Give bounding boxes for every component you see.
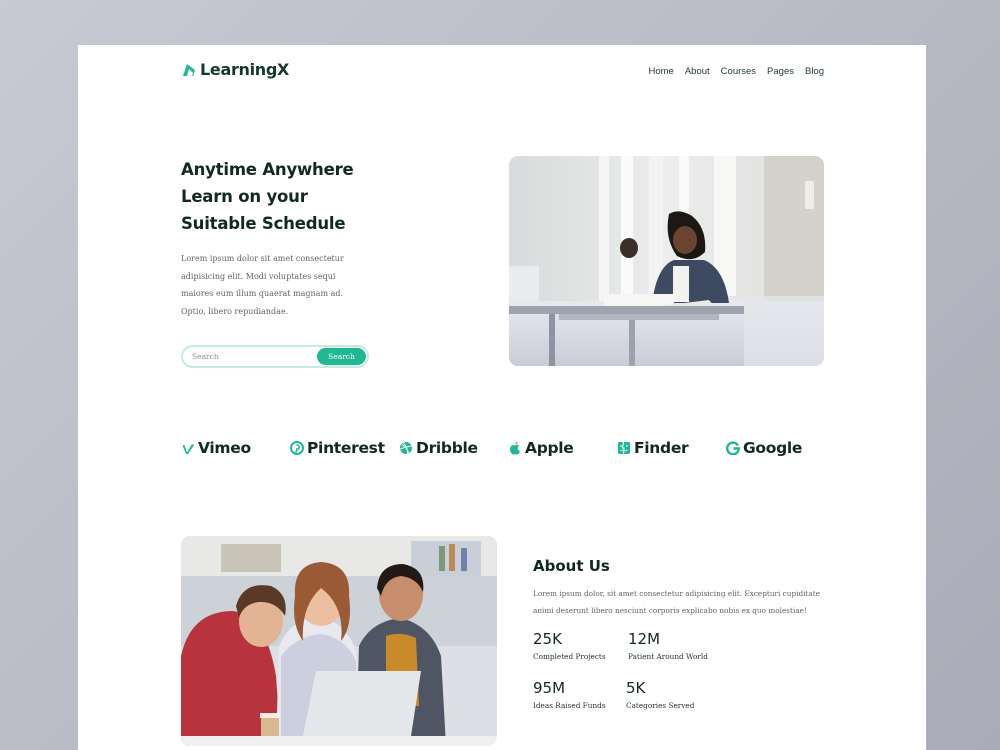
stat-completed-projects: 25K Completed Projects xyxy=(533,630,606,661)
stat-label: Ideas Raised Funds xyxy=(533,701,606,710)
stat-ideas-raised-funds: 95M Ideas Raised Funds xyxy=(533,679,606,710)
stat-value: 5K xyxy=(626,679,646,697)
search-button[interactable]: Search xyxy=(317,348,366,365)
hero-description-line: Lorem ipsum dolor sit amet consectetur xyxy=(181,254,344,263)
hero-description: Lorem ipsum dolor sit amet consectetur a… xyxy=(181,250,351,320)
nav-about[interactable]: About xyxy=(685,66,710,77)
stat-label: Categories Served xyxy=(626,701,695,710)
about-title: About Us xyxy=(533,557,610,575)
nav-blog[interactable]: Blog xyxy=(805,66,824,77)
apple-icon xyxy=(510,441,520,455)
pinterest-icon xyxy=(290,441,304,455)
stat-value: 12M xyxy=(628,630,661,648)
logo[interactable]: LearningX xyxy=(181,60,289,79)
landing-page: LearningX Home About Courses Pages Blog … xyxy=(78,45,926,750)
dribbble-icon xyxy=(400,442,412,454)
nav-pages[interactable]: Pages xyxy=(767,66,794,77)
stat-value: 25K xyxy=(533,630,562,648)
search-bar: Search xyxy=(181,345,369,368)
hero-title-line: Learn on your xyxy=(181,187,308,206)
stat-categories-served: 5K Categories Served xyxy=(626,679,694,710)
brand-name: Apple xyxy=(525,439,574,457)
stat-patient-around-world: 12M Patient Around World xyxy=(628,630,708,661)
brand-name: Google xyxy=(743,439,803,457)
hero-title: Anytime Anywhere Learn on your Suitable … xyxy=(181,156,381,237)
brand-logos: Vimeo Pinterest Dribble Apple Finder Goo… xyxy=(181,439,821,463)
vimeo-icon xyxy=(182,444,194,454)
hero-title-line: Suitable Schedule xyxy=(181,214,346,233)
student-studying-photo xyxy=(509,156,824,366)
about-description-line: Lorem ipsum dolor, sit amet consectetur … xyxy=(533,589,821,598)
about-description: Lorem ipsum dolor, sit amet consectetur … xyxy=(533,585,823,619)
stat-value: 95M xyxy=(533,679,566,697)
hero-description-line: maiores eum illum quaerat magnam ad. xyxy=(181,289,343,298)
main-nav: Home About Courses Pages Blog xyxy=(649,66,825,77)
brand-finder: Finder xyxy=(617,439,689,457)
brand-name: Pinterest xyxy=(307,439,385,457)
hero-description-line: Optio, libero repudiandae. xyxy=(181,306,289,316)
brand-name: Finder xyxy=(634,439,689,457)
brand-google: Google xyxy=(726,439,802,457)
brand-vimeo: Vimeo xyxy=(181,439,251,457)
finder-icon xyxy=(618,441,630,455)
brand-dribbble: Dribble xyxy=(399,439,478,457)
about-description-line: animi deserunt libero nesciunt corporis … xyxy=(533,606,807,615)
brand-name: Dribble xyxy=(416,439,478,457)
stat-label: Patient Around World xyxy=(628,652,708,661)
brand-pinterest: Pinterest xyxy=(290,439,385,457)
students-laptop-photo xyxy=(181,536,497,746)
nav-home[interactable]: Home xyxy=(649,66,674,77)
brand-apple: Apple xyxy=(508,439,574,457)
nav-courses[interactable]: Courses xyxy=(721,66,756,77)
hero-title-line: Anytime Anywhere xyxy=(181,160,354,179)
leaf-logo-icon xyxy=(183,63,195,76)
brand-name: LearningX xyxy=(200,60,290,79)
hero-description-line: adipisicing elit. Modi voluptates sequi xyxy=(181,271,336,281)
brand-name: Vimeo xyxy=(198,439,251,457)
stat-label: Completed Projects xyxy=(533,652,606,661)
google-icon xyxy=(726,441,740,455)
search-input[interactable] xyxy=(192,348,312,365)
